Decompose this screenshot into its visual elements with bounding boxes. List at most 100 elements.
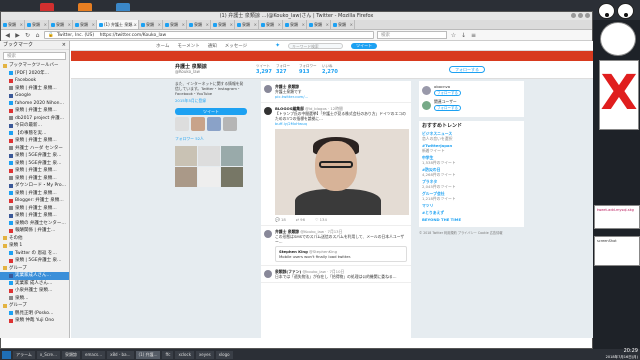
close-tab-icon[interactable]: × bbox=[326, 20, 329, 29]
browser-tab[interactable]: 泉類 × bbox=[163, 20, 187, 29]
terminal-widget-2[interactable]: screenShot bbox=[594, 236, 640, 266]
bookmark-item[interactable]: 泉類 | 弁護士 泉類… bbox=[0, 137, 69, 145]
tweet[interactable]: BLOGOS編集部 @ld_blogos · 12時間 【トランプ氏の中間選挙】… bbox=[261, 103, 411, 226]
back-icon[interactable]: ◀ bbox=[4, 32, 11, 39]
browser-tab[interactable]: 泉類 × bbox=[73, 20, 97, 29]
bookmark-folder[interactable]: 泉類 1 bbox=[0, 242, 69, 250]
tweet-link[interactable]: pic.twitter.com/… bbox=[275, 94, 308, 99]
bookmark-item[interactable]: 鶴見正明 (Posko… bbox=[0, 310, 69, 318]
taskbar-clock[interactable]: 20:29 2018年7月16日(月) bbox=[606, 348, 638, 360]
media-thumb[interactable] bbox=[175, 167, 197, 187]
follower-avatar[interactable] bbox=[207, 117, 221, 131]
bookmark-item[interactable]: 泉類 | 弁護士 泉類… bbox=[0, 190, 69, 198]
suggested-user[interactable]: 関連ユーザー フォローする bbox=[422, 99, 521, 111]
trend-item[interactable]: ビジネスニュース 恋人の恋いを選択 bbox=[422, 131, 521, 141]
followers-count-link[interactable]: フォロワー 52人 bbox=[175, 136, 247, 142]
reload-icon[interactable]: ↻ bbox=[24, 32, 31, 39]
trend-item[interactable]: #防災の日 4,268件のツイート bbox=[422, 167, 521, 177]
trend-item[interactable]: #TwitterJapan 新着ツイート bbox=[422, 143, 521, 153]
bookmark-item[interactable]: Facebook bbox=[0, 77, 69, 85]
close-tab-icon[interactable]: × bbox=[302, 20, 305, 29]
close-tab-icon[interactable]: × bbox=[350, 20, 353, 29]
suggested-name[interactable]: obocnva bbox=[434, 84, 450, 89]
stat-following[interactable]: フォロー 327 bbox=[276, 64, 290, 75]
bookmark-item[interactable]: 泉類 | 5GE弁護士 泉… bbox=[0, 152, 69, 160]
close-tab-icon[interactable]: × bbox=[134, 20, 137, 29]
window-titlebar[interactable]: (1) 弁護士 泉類諒 …(@Kouko_law)さん | Twitter - … bbox=[1, 12, 592, 20]
browser-tab[interactable]: 泉類 × bbox=[139, 20, 163, 29]
close-tab-icon[interactable]: × bbox=[158, 20, 161, 29]
close-button[interactable] bbox=[585, 13, 590, 18]
bookmark-item[interactable]: 泉類 | 弁護士 泉類… bbox=[0, 175, 69, 183]
url-bar[interactable]: 🔒 Twitter, Inc. (US) https://twitter.com… bbox=[44, 31, 374, 39]
bookmark-item[interactable]: 泉類 | 弁護士 泉類… bbox=[0, 205, 69, 213]
trend-item[interactable]: #とりあえず bbox=[422, 210, 521, 215]
taskbar-window-button[interactable]: xlogo bbox=[215, 350, 233, 359]
media-thumb[interactable] bbox=[175, 146, 197, 166]
tweet[interactable]: 弁護士 泉類諒 @Kouko_law · 7月13日 この形態はSMSでのスパム… bbox=[261, 226, 411, 266]
bookmark-item[interactable]: Blogger: 弁護士 泉類… bbox=[0, 197, 69, 205]
browser-tab[interactable]: 泉類 × bbox=[211, 20, 235, 29]
stat-followers[interactable]: フォロワー 913 bbox=[299, 64, 317, 75]
browser-tab[interactable]: 泉類 × bbox=[283, 20, 307, 29]
bookmark-item[interactable]: fahome 2020 Nihon… bbox=[0, 100, 69, 108]
close-tab-icon[interactable]: × bbox=[68, 20, 71, 29]
browser-tab[interactable]: 泉類 × bbox=[331, 20, 355, 29]
search-bar[interactable]: 検索 bbox=[377, 31, 447, 39]
like-icon[interactable]: ♡ 134 bbox=[315, 217, 327, 222]
browser-tab[interactable]: 泉類 × bbox=[259, 20, 283, 29]
bookmark-item[interactable]: Twitter の 恩返 を… bbox=[0, 250, 69, 258]
taskbar-window-button[interactable]: アラーム bbox=[13, 350, 35, 359]
media-thumb[interactable] bbox=[221, 167, 243, 187]
bookmark-item[interactable]: 泉類 | 5GE弁護士 泉… bbox=[0, 257, 69, 265]
trend-item[interactable]: マツリ bbox=[422, 203, 521, 208]
close-tab-icon[interactable]: × bbox=[44, 20, 47, 29]
browser-tab[interactable]: 泉類 × bbox=[235, 20, 259, 29]
nav-notifications[interactable]: 通知 bbox=[208, 43, 217, 49]
taskbar-window-button[interactable]: (1) 弁護… bbox=[135, 350, 161, 359]
tweet-photo[interactable] bbox=[275, 129, 409, 215]
twitter-search-input[interactable]: キーワード検索 bbox=[288, 42, 344, 49]
follower-avatar[interactable] bbox=[191, 117, 205, 131]
tweet[interactable]: 泉類諒(ファン) @kouko_law · 7月10日 日本では「遺失物法」が存… bbox=[261, 266, 411, 283]
tweet[interactable]: 弁護士 泉類諒 弁護士泉類です pic.twitter.com/… bbox=[261, 81, 411, 103]
follower-avatar[interactable] bbox=[175, 117, 189, 131]
bookmark-folder[interactable]: グループ bbox=[0, 265, 69, 273]
twitter-bird-icon[interactable]: ✦ bbox=[275, 42, 280, 49]
bookmark-item[interactable]: 実業家成人さん… bbox=[0, 272, 69, 280]
bookmark-folder[interactable]: グループ bbox=[0, 302, 69, 310]
menu-icon[interactable]: ≡ bbox=[470, 32, 477, 39]
bookmark-item[interactable]: 泉類の 弁護士センター… bbox=[0, 220, 69, 228]
bookmark-item[interactable]: 今日の最新… bbox=[0, 122, 69, 130]
bookmark-folder[interactable]: その他 bbox=[0, 235, 69, 243]
browser-tab-active[interactable]: (1) 弁護士 泉類… × bbox=[97, 20, 139, 29]
taskbar-window-button[interactable]: x_Scre… bbox=[36, 350, 61, 359]
bookmark-item[interactable]: 小泉弁護士 泉類… bbox=[0, 287, 69, 295]
bookmark-item[interactable]: db2017 project 弁護… bbox=[0, 115, 69, 123]
profile-tweet-button[interactable]: ツイート bbox=[175, 108, 247, 115]
taskbar-window-button[interactable]: xclock bbox=[175, 350, 195, 359]
trend-item[interactable]: BEYOND THE TIME bbox=[422, 217, 521, 222]
stat-likes[interactable]: いいね 2,270 bbox=[322, 64, 338, 75]
media-thumb[interactable] bbox=[221, 146, 243, 166]
follow-suggestion-button[interactable]: フォローする bbox=[434, 90, 461, 96]
suggested-avatar[interactable] bbox=[422, 85, 431, 95]
bookmark-item[interactable]: 報酬関係 | 弁護士… bbox=[0, 227, 69, 235]
close-tab-icon[interactable]: × bbox=[230, 20, 233, 29]
bookmark-item[interactable]: 泉類 | 弁護士 泉類… bbox=[0, 107, 69, 115]
taskbar-window-button[interactable]: ffc bbox=[162, 350, 174, 359]
follower-avatar[interactable] bbox=[223, 117, 237, 131]
trend-item[interactable]: グループ会社 1,218件のツイート bbox=[422, 191, 521, 201]
terminal-widget-1[interactable]: tweet-add-mysql-skg bbox=[594, 205, 640, 229]
follow-suggestion-button[interactable]: フォローする bbox=[434, 105, 461, 111]
tweet-button[interactable]: ツイート bbox=[351, 42, 378, 49]
bookmark-item[interactable]: 泉類 | 弁護士 泉類… bbox=[0, 167, 69, 175]
browser-tab[interactable]: 泉類 × bbox=[1, 20, 25, 29]
taskbar-window-button[interactable]: x8d - ba… bbox=[107, 350, 134, 359]
nav-messages[interactable]: メッセージ bbox=[225, 43, 247, 49]
reply-icon[interactable]: 💬 18 bbox=[275, 217, 286, 222]
tweet-avatar[interactable] bbox=[264, 270, 272, 278]
bookmark-item[interactable]: 泉類 | 5GE弁護士 泉… bbox=[0, 160, 69, 168]
browser-tab[interactable]: 泉類 × bbox=[187, 20, 211, 29]
suggested-user[interactable]: obocnva フォローする bbox=[422, 84, 521, 96]
